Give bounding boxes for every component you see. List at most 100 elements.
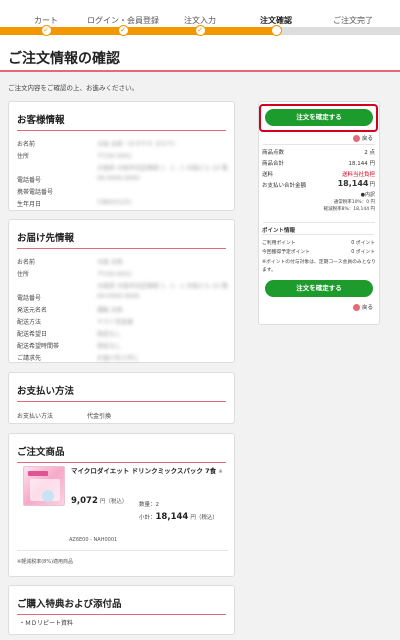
- points: ご利用ポイント 0 ポイント 今回獲得予定ポイント 0 ポイント: [259, 237, 379, 255]
- goods-value: 18,144 円: [348, 161, 376, 167]
- customer-row: 電話番号 06-0000-0000: [9, 173, 234, 185]
- row-value: 06-0000-0000: [97, 175, 140, 182]
- product-name[interactable]: マイクロダイエット ドリンクミックスパック 7食 ※: [71, 466, 231, 478]
- row-value: 1980/01/01: [97, 199, 132, 206]
- checkout-steps: カート ログイン・会員登録 注文入力 注文確認 ご注文完了 ✓ ✓ ✓: [0, 0, 400, 36]
- delivery-info-card: お届け先情報 お名前 大阪 太郎 住所 〒530-0001 大阪府 大阪市北区梅田 …: [8, 219, 235, 363]
- goods-label: 商品合計: [262, 161, 285, 167]
- row-value: 指定なし: [97, 331, 122, 338]
- row-label: 電話番号: [17, 295, 42, 302]
- total-value-wrap: 18,144円: [338, 179, 375, 188]
- back-circle-icon: [353, 135, 360, 142]
- qty-value: 2: [155, 502, 160, 508]
- product-price-value: 9,072: [71, 496, 98, 506]
- delivery-info-heading: お届け先情報: [17, 220, 226, 249]
- confirm-order-button-bottom[interactable]: 注文を確定する: [265, 280, 373, 297]
- row-value: 〒530-0001: [97, 271, 132, 278]
- tax10-line: 通常税率10%：0 円: [333, 200, 375, 205]
- items-label: 商品点数: [262, 150, 285, 156]
- points-used-value: 0 ポイント: [351, 241, 375, 246]
- breakdown-label: ●内訳: [360, 192, 375, 198]
- delivery-row: 大阪府 大阪市北区梅田 1 - 1 - 1 大阪ビル 10 階: [9, 279, 234, 291]
- tax8-line: 軽減税率8%：18,144 円: [323, 207, 375, 212]
- step-complete: ご注文完了: [333, 16, 373, 25]
- header-area: カート ログイン・会員登録 注文入力 注文確認 ご注文完了 ✓ ✓ ✓ ご注文情…: [0, 0, 400, 70]
- points-used-label: ご利用ポイント: [262, 241, 296, 246]
- benefits-heading: ご購入特典および添付品: [17, 586, 226, 615]
- shipping-row: 送料 送料当社負担: [259, 168, 379, 179]
- row-label: お名前: [17, 141, 36, 148]
- delivery-row: 配送希望時間帯 指定なし: [9, 339, 234, 351]
- row-label: 電話番号: [17, 177, 42, 184]
- points-planned-label: 今回獲得予定ポイント: [262, 250, 310, 255]
- points-heading: ポイント情報: [262, 228, 296, 234]
- payment-card: お支払い方法 お支払い方法 代金引換: [8, 372, 235, 424]
- subtotal-value: 18,144: [155, 512, 189, 522]
- row-label: 生年月日: [17, 201, 42, 208]
- check-icon: ✓: [40, 25, 52, 36]
- points-planned-row: 今回獲得予定ポイント 0 ポイント: [259, 246, 379, 255]
- subtotal-label: 小計：: [139, 515, 156, 521]
- payment-row: お支払い方法 代金引換: [9, 409, 234, 421]
- row-label: 住所: [17, 153, 30, 160]
- delivery-row: 住所 〒530-0001: [9, 267, 234, 279]
- product-code: AZ6E00 - NAH0001: [69, 537, 118, 543]
- row-value: 大阪府 大阪市北区梅田 1 - 1 - 1 大阪ビル 10 階: [97, 165, 228, 172]
- delivery-row: 配送希望日 指定なし: [9, 327, 234, 339]
- subtotal-unit: 円（税込）: [190, 515, 218, 521]
- page-title: ご注文情報の確認: [8, 51, 120, 67]
- row-label: 配送希望日: [17, 331, 48, 338]
- back-circle-icon: [353, 304, 360, 311]
- row-label: 配送希望時間帯: [17, 343, 60, 350]
- row-label: 配送方法: [17, 319, 42, 326]
- delivery-row: ご請求先 お届け先と同じ: [9, 351, 234, 363]
- row-value: 〒530-0001: [97, 153, 132, 160]
- progress-bar-rest: [276, 27, 400, 35]
- intro-text: ご注文内容をご確認の上、お進みください。: [8, 84, 138, 92]
- tax-mark: ※: [218, 469, 223, 475]
- row-label: お支払い方法: [17, 413, 54, 420]
- product-price: 9,072 円（税込）: [71, 496, 127, 506]
- row-value: お届け先と同じ: [97, 355, 140, 362]
- order-summary-panel: 注文を確定する 戻る 商品点数 2 点 商品合計 18,144 円 送料 送料当社負担…: [258, 101, 380, 325]
- payment-method-value: 代金引換: [87, 413, 112, 420]
- customer-row: 大阪府 大阪市北区梅田 1 - 1 - 1 大阪ビル 10 階: [9, 161, 234, 173]
- row-label: 住所: [17, 271, 30, 278]
- divider: [263, 222, 375, 223]
- back-link-top[interactable]: 戻る: [353, 134, 373, 142]
- items-value: 2 点: [364, 150, 375, 156]
- goods-total-row: 商品合計 18,144 円: [259, 157, 379, 168]
- back-link-bottom[interactable]: 戻る: [353, 303, 373, 311]
- customer-row: 住所 〒530-0001: [9, 149, 234, 161]
- benefit-item: ・ＭＤリピート資料: [19, 620, 74, 627]
- confirm-order-button-top[interactable]: 注文を確定する: [265, 109, 373, 126]
- row-value: 大阪 太郎: [97, 259, 123, 266]
- product-name-text[interactable]: マイクロダイエット ドリンクミックスパック 7食: [71, 467, 216, 475]
- delivery-row: 電話番号 06-0000-0000: [9, 291, 234, 303]
- quantity: 数量：2: [139, 500, 159, 508]
- items-count-row: 商品点数 2 点: [259, 146, 379, 157]
- back-link-label[interactable]: 戻る: [362, 305, 373, 311]
- divider: [263, 144, 375, 145]
- order-items-heading: ご注文商品: [17, 434, 226, 463]
- delivery-row: 配送方法 ヤマト宅急便: [9, 315, 234, 327]
- total-label: お支払い合計金額: [262, 183, 307, 189]
- customer-row: 生年月日 1980/01/01: [9, 197, 234, 209]
- product-image: [23, 466, 65, 506]
- grand-total-row: お支払い合計金額 18,144円: [259, 179, 379, 192]
- row-label: 携帯電話番号: [17, 189, 54, 196]
- divider: [262, 234, 374, 235]
- total-unit: 円: [369, 182, 375, 188]
- back-link-label[interactable]: 戻る: [362, 136, 373, 142]
- row-label: お名前: [17, 259, 36, 266]
- row-value: ヤマト宅急便: [97, 319, 134, 326]
- customer-info-heading: お客様情報: [17, 102, 226, 131]
- delivery-row: お名前 大阪 太郎: [9, 255, 234, 267]
- row-label: 発送元名名: [17, 307, 48, 314]
- totals: 商品点数 2 点 商品合計 18,144 円 送料 送料当社負担 お支払い合計金額 18…: [259, 146, 379, 213]
- benefits-card: ご購入特典および添付品 ・ＭＤリピート資料: [8, 585, 235, 635]
- customer-row: お名前 大阪 太郎（オオサカ タロウ）: [9, 137, 234, 149]
- row-value: 大阪府 大阪市北区梅田 1 - 1 - 1 大阪ビル 10 階: [97, 283, 228, 290]
- total-value: 18,144: [337, 179, 369, 188]
- shipping-label: 送料: [262, 172, 274, 178]
